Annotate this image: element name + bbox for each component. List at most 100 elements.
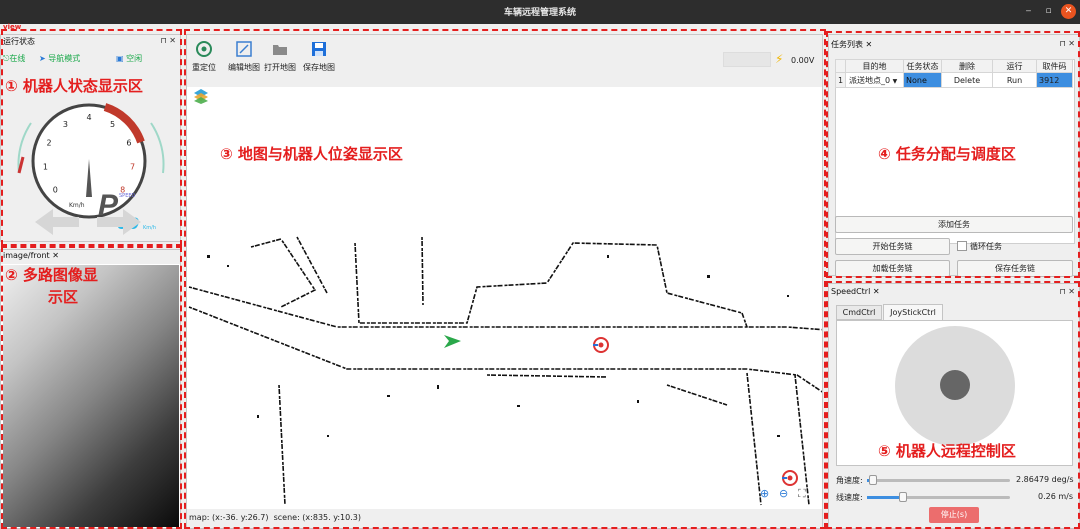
delete-button[interactable]: Delete [941,72,993,88]
zoom-in-icon[interactable]: ⊕ [760,487,769,500]
col-run: 运行 [992,59,1037,73]
status-panel-dock-buttons[interactable]: ⊓ ✕ [161,36,177,45]
room-left-inner [296,236,328,294]
close-button[interactable]: ✕ [1061,4,1076,19]
run-button[interactable]: Run [992,72,1037,88]
task-status-cell: None [903,72,942,88]
navigation-icon: ➤ [39,54,46,63]
gauge-tick-label: 6 [126,138,131,147]
status-panel-title: 运行状态 [3,37,35,46]
stop-button[interactable]: 停止(s) [929,507,979,523]
lower-wall-mid [746,372,762,506]
lightning-icon: ⚡ [775,52,784,66]
corridor-lower-wall [188,306,822,393]
fit-view-icon[interactable]: ⛶ [798,487,806,501]
row-index: 1 [835,72,846,88]
relocate-button[interactable]: 重定位 [186,40,222,73]
open-map-button[interactable]: 打开地图 [261,40,299,73]
layers-icon[interactable] [193,88,209,104]
table-row: 1 派送地点_0 ▼ None Delete Run 3912 [835,72,1073,88]
linear-slider-handle[interactable] [898,492,907,502]
angular-speed-value: 2.86479 deg/s [1016,475,1074,484]
gauge-tick-label: 0 [53,185,58,194]
pickup-code-cell[interactable]: 3912 [1036,72,1073,88]
gauge-tick-label: 5 [110,120,115,129]
speed-tag: SPEED [119,193,136,199]
relocate-icon [196,41,212,57]
annotation-label-2a: ② 多路图像显 [5,266,98,284]
right-arrow-icon [97,209,141,235]
occupancy-map[interactable] [187,235,822,507]
maximize-button[interactable]: ▫ [1041,4,1056,19]
upper-pillar [421,236,424,306]
col-delete: 删除 [941,59,993,73]
destination-select[interactable]: 派送地点_0 ▼ [845,72,904,88]
angular-speed-slider[interactable] [867,475,1010,485]
left-arrow-icon [35,209,79,235]
save-chain-button[interactable]: 保存任务链 [957,260,1073,277]
gauge-tick-label: 4 [86,113,91,122]
angular-speed-label: 角速度: [836,476,863,485]
status-panel: 运行状态 ⊓ ✕ ⎋在线 ➤ 导航模式 ▣ 空闲 012345678 Km/h … [0,34,181,242]
gauge-tick-label: 3 [63,120,68,129]
lower-segment [666,384,728,406]
task-table-header: 目的地 任务状态 删除 运行 取件码 [835,59,1073,73]
linear-speed-label: 线速度: [836,493,863,502]
start-chain-button[interactable]: 开始任务链 [835,238,950,255]
angular-slider-handle[interactable] [869,475,878,485]
gauge-tick-label: 1 [43,163,48,172]
loop-task-checkbox[interactable] [957,241,967,251]
target-marker-2 [782,470,798,486]
lower-wall-right [794,374,810,506]
image-tab-close-icon[interactable]: ✕ [52,251,59,260]
speed-panel-title: SpeedCtrl ✕ [831,287,880,296]
zoom-out-icon[interactable]: ⊖ [779,487,788,500]
nav-mode-indicator: ➤ 导航模式 [39,54,81,63]
task-tab-close-icon[interactable]: ✕ [866,40,873,49]
annotation-label-1: ① 机器人状态显示区 [5,77,143,95]
chevron-down-icon: ▼ [892,77,898,85]
task-panel-dock-buttons[interactable]: ⊓ ✕ [1060,39,1076,48]
linear-speed-value: 0.26 m/s [1038,492,1074,501]
annotation-label-2b: 示区 [48,288,79,306]
load-chain-button[interactable]: 加载任务链 [835,260,950,277]
speed-tab-close-icon[interactable]: ✕ [873,287,880,296]
save-map-button[interactable]: 保存地图 [300,40,338,73]
corridor-upper-wall [188,286,822,331]
annotation-label-5: ⑤ 机器人远程控制区 [878,442,1016,460]
col-destination: 目的地 [845,59,904,73]
lower-edge [486,374,608,378]
room-left-outline [250,238,317,308]
loop-task-label: 循环任务 [970,242,1002,251]
add-task-button[interactable]: 添加任务 [835,216,1073,233]
briefcase-icon: ▣ [116,54,124,63]
tab-cmdctrl[interactable]: CmdCtrl [836,305,882,320]
annotation-label-3: ③ 地图与机器人位姿显示区 [220,145,403,163]
linear-speed-slider[interactable] [867,492,1010,502]
title-bar: 车辆远程管理系统 ‒ ▫ ✕ [0,0,1080,24]
target-marker-1 [593,337,609,353]
speed-panel-dock-buttons[interactable]: ⊓ ✕ [1060,287,1076,296]
turn-signals [35,209,141,235]
tab-joystickctrl[interactable]: JoyStickCtrl [883,304,943,321]
annotation-label-4: ④ 任务分配与调度区 [878,145,1016,163]
task-table: 目的地 任务状态 删除 运行 取件码 1 派送地点_0 ▼ None Delet… [835,59,1073,88]
window-title: 车辆远程管理系统 [503,8,576,18]
open-map-icon [273,45,287,55]
voltage-readout: 0.00V [791,56,815,65]
image-panel: image/front ✕ [0,249,181,529]
map-status-bar: map: (x:-36. y:26.7) scene: (x:835. y:10… [189,513,361,522]
idle-indicator: ▣ 空闲 [116,54,143,63]
edit-map-icon [236,41,252,57]
image-panel-title: image/front ✕ [3,251,59,260]
online-indicator: ⎋在线 [3,54,26,63]
save-map-icon [312,42,326,56]
battery-bar [723,52,771,67]
menu-view[interactable]: view [3,23,21,31]
camera-image [3,265,179,527]
col-code: 取件码 [1036,59,1073,73]
joystick-knob[interactable] [940,370,970,400]
minimize-button[interactable]: ‒ [1021,4,1036,19]
robot-pose-marker [444,335,461,348]
upper-structure [354,242,748,328]
